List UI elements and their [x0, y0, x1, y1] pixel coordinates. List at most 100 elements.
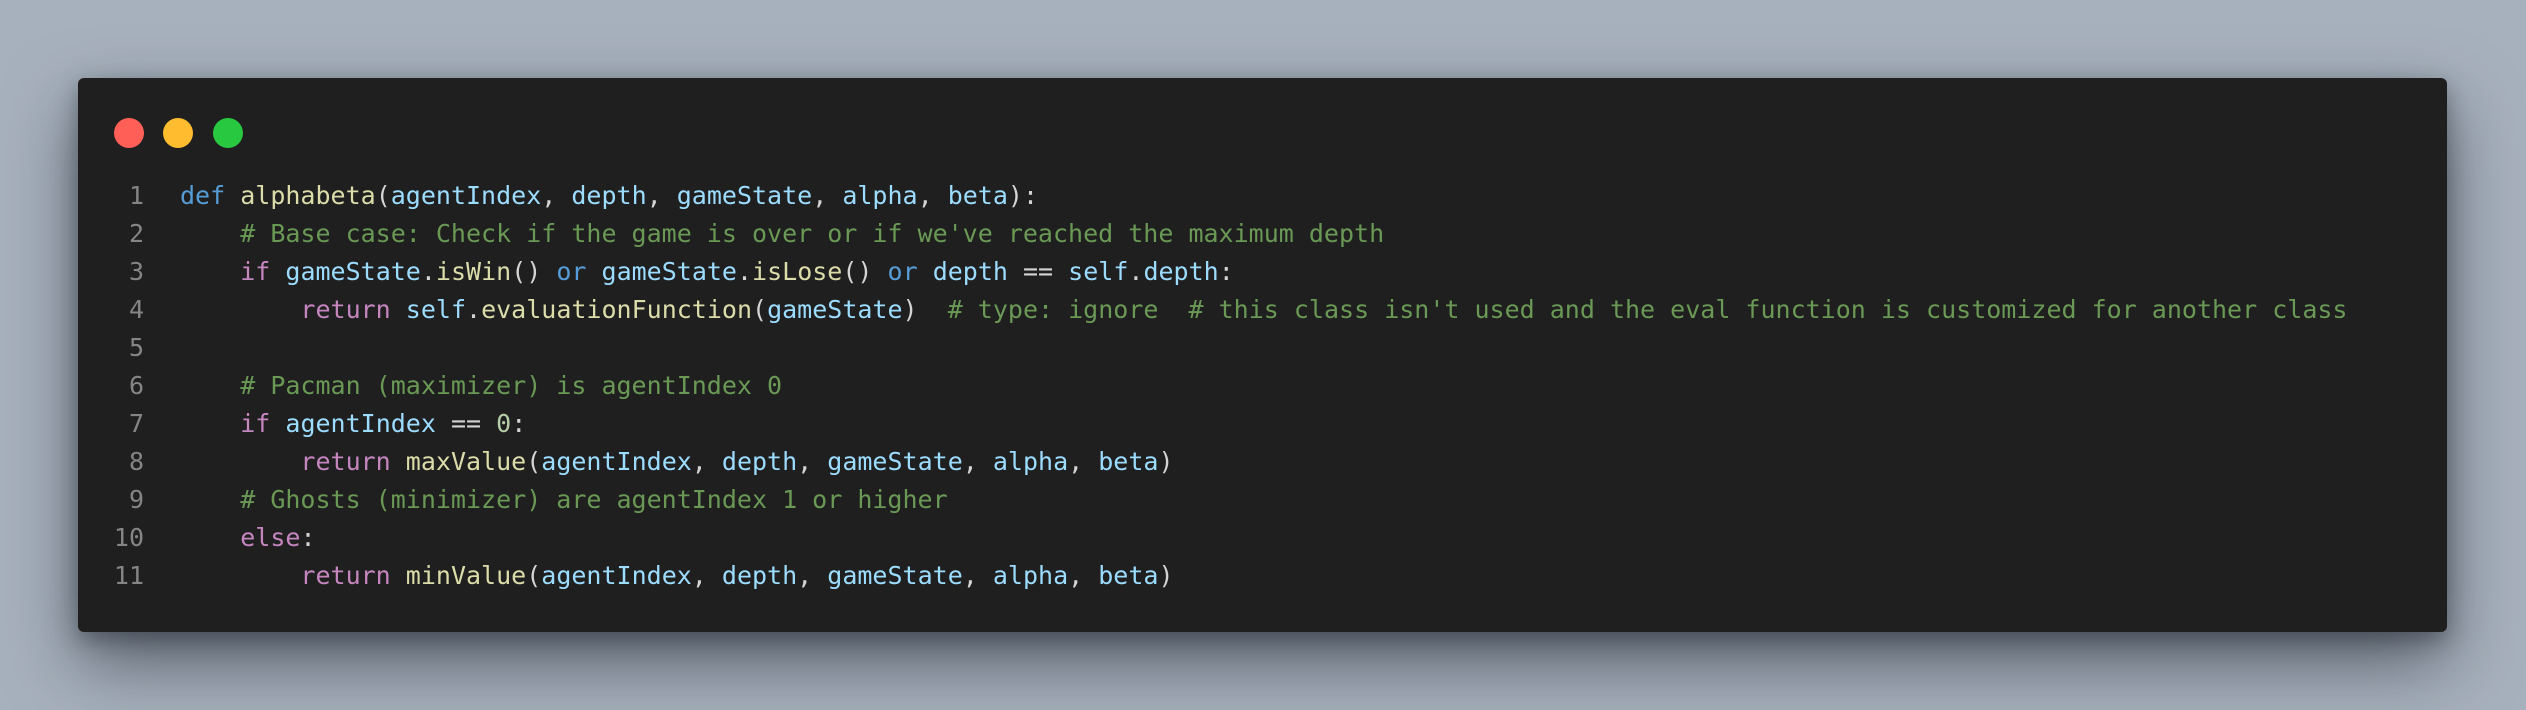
line-number: 10	[113, 523, 144, 552]
code-token: gameState	[601, 257, 737, 286]
code-token: depth	[721, 447, 798, 476]
line-number: 6	[128, 371, 144, 400]
code-token: (	[526, 447, 542, 476]
code-line: 8 return maxValue(agentIndex, depth, gam…	[78, 443, 2447, 481]
code-token: depth	[721, 561, 798, 590]
line-source: if agentIndex == 0:	[180, 405, 526, 443]
code-token: if	[240, 257, 271, 286]
code-token: ()	[842, 257, 888, 286]
code-line: 7 if agentIndex == 0:	[78, 405, 2447, 443]
code-token: beta	[1098, 447, 1159, 476]
code-token: minValue	[405, 561, 527, 590]
code-token: return	[300, 561, 391, 590]
code-token: :	[300, 523, 316, 552]
code-line: 4 return self.evaluationFunction(gameSta…	[78, 291, 2447, 329]
code-token: # Pacman (maximizer) is agentIndex 0	[240, 371, 783, 400]
code-token: ,	[541, 181, 572, 210]
code-token: .	[1128, 257, 1144, 286]
line-number: 7	[128, 409, 144, 438]
code-token: (	[526, 561, 542, 590]
code-token: return	[300, 295, 391, 324]
code-token: ,	[812, 181, 843, 210]
line-source: else:	[180, 519, 316, 557]
code-token: self	[405, 295, 467, 324]
code-line: 2 # Base case: Check if the game is over…	[78, 215, 2447, 253]
code-token: or	[887, 257, 918, 286]
line-source: def alphabeta(agentIndex, depth, gameSta…	[180, 177, 1038, 215]
code-token: ()	[511, 257, 557, 286]
line-source: # Base case: Check if the game is over o…	[180, 215, 1384, 253]
line-number: 8	[128, 447, 144, 476]
maximize-icon[interactable]	[213, 118, 243, 148]
code-token: return	[300, 447, 391, 476]
code-token: )	[1158, 561, 1174, 590]
minimize-icon[interactable]	[163, 118, 193, 148]
code-token: ,	[797, 561, 828, 590]
code-token: ,	[1068, 447, 1099, 476]
code-line: 11 return minValue(agentIndex, depth, ga…	[78, 557, 2447, 595]
code-line: 5	[78, 329, 2447, 367]
code-token: agentIndex	[390, 181, 542, 210]
code-token: gameState	[767, 295, 903, 324]
code-token: :	[1218, 257, 1234, 286]
code-token: # Base case: Check if the game is over o…	[240, 219, 1385, 248]
line-source: return self.evaluationFunction(gameState…	[180, 291, 2347, 329]
code-line: 3 if gameState.isWin() or gameState.isLo…	[78, 253, 2447, 291]
line-source: return maxValue(agentIndex, depth, gameS…	[180, 443, 1174, 481]
code-token: isWin	[435, 257, 512, 286]
code-token: maxValue	[405, 447, 527, 476]
line-number: 1	[128, 181, 144, 210]
code-token: depth	[1143, 257, 1219, 286]
code-token: ,	[917, 181, 948, 210]
code-token: gameState	[676, 181, 813, 210]
code-token: agentIndex	[541, 447, 692, 476]
code-token: gameState	[285, 257, 421, 286]
close-icon[interactable]	[114, 118, 144, 148]
code-token: else	[240, 523, 301, 552]
code-token: gameState	[827, 447, 963, 476]
code-token: .	[736, 257, 753, 286]
line-number: 11	[113, 561, 144, 590]
line-number: 5	[128, 333, 144, 362]
code-token: beta	[947, 181, 1008, 210]
code-token: .	[420, 257, 436, 286]
code-line: 1 def alphabeta(agentIndex, depth, gameSt…	[78, 177, 2447, 215]
code-token: 0	[496, 409, 512, 438]
code-token: ==	[1007, 257, 1069, 286]
line-number: 4	[128, 295, 144, 324]
code-line: 9 # Ghosts (minimizer) are agentIndex 1 …	[78, 481, 2447, 519]
code-token: )	[902, 295, 948, 324]
code-token: # Ghosts (minimizer) are agentIndex 1 or…	[240, 485, 948, 514]
code-token: # type: ignore # this class isn't used a…	[947, 295, 2348, 324]
code-token: ,	[691, 561, 722, 590]
code-token: agentIndex	[285, 409, 436, 438]
code-token: ):	[1007, 181, 1039, 210]
code-token: isLose	[752, 257, 843, 286]
code-token: :	[511, 409, 527, 438]
code-token: alpha	[992, 561, 1069, 590]
line-source: # Ghosts (minimizer) are agentIndex 1 or…	[180, 481, 948, 519]
code-token: .	[466, 295, 482, 324]
code-token: depth	[932, 257, 1008, 286]
code-token: ,	[691, 447, 722, 476]
line-source: return minValue(agentIndex, depth, gameS…	[180, 557, 1174, 595]
code-token: or	[556, 257, 587, 286]
code-token: gameState	[827, 561, 963, 590]
code-token: ,	[962, 447, 993, 476]
code-token: self	[1068, 257, 1129, 286]
code-token: )	[1158, 447, 1174, 476]
